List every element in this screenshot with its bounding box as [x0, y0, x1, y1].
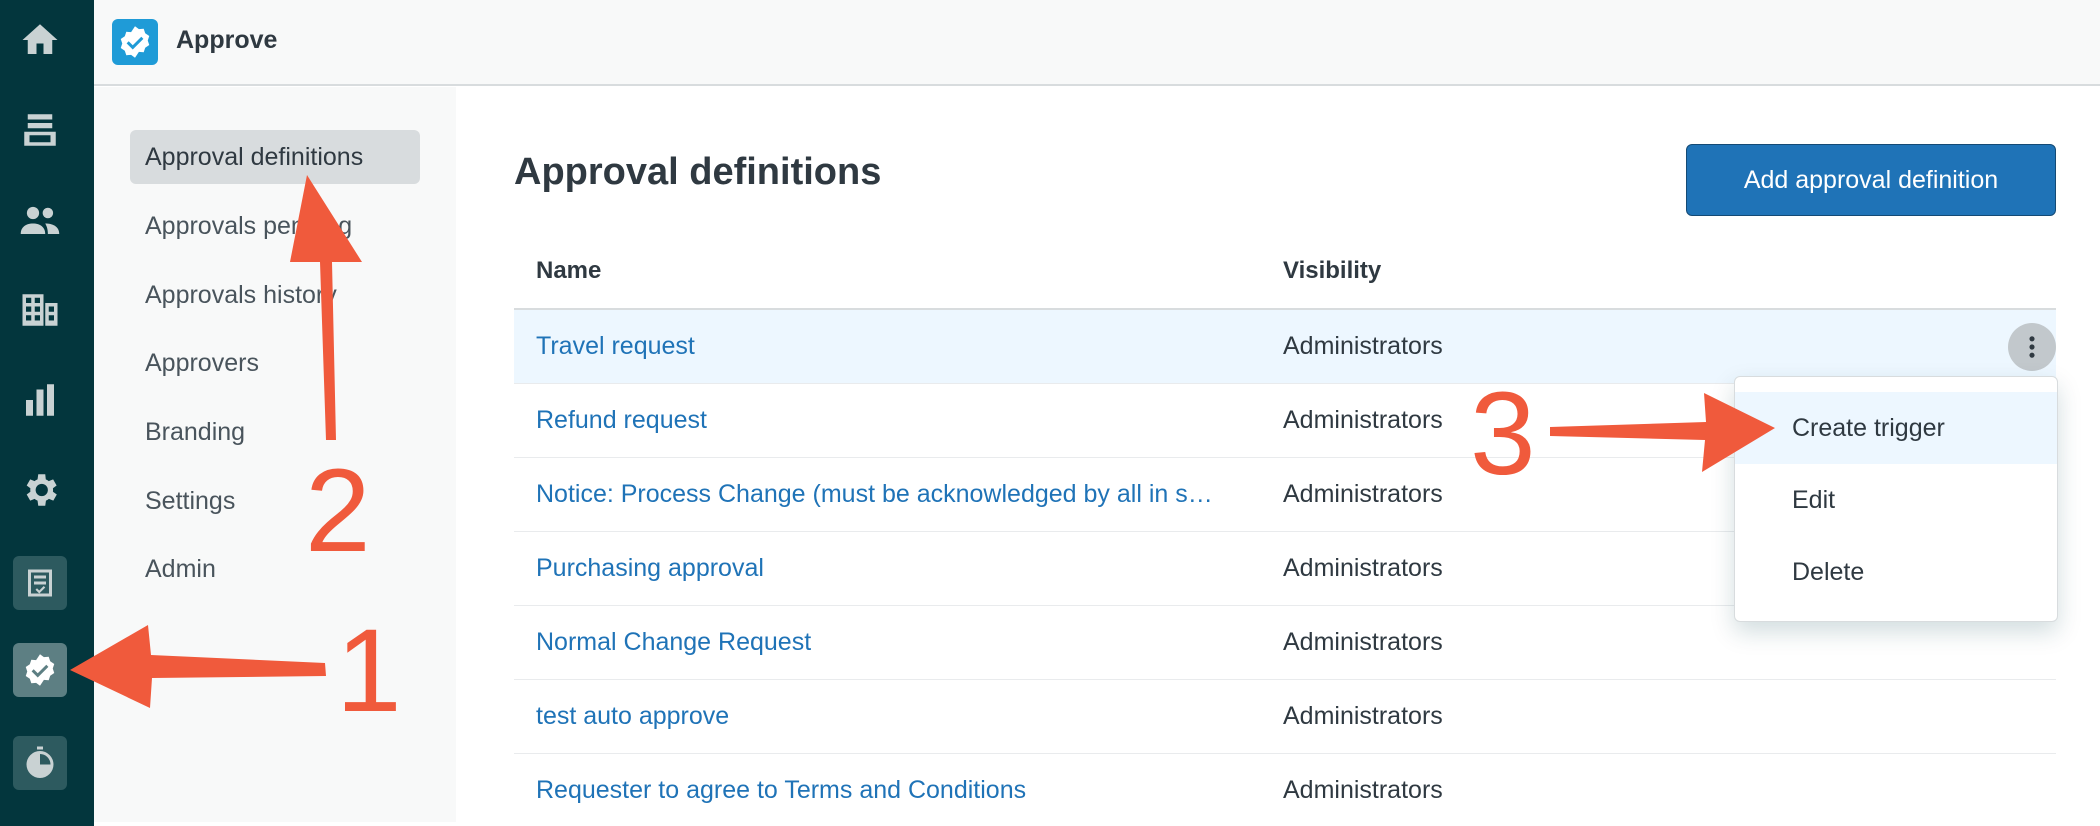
product-nav	[0, 0, 94, 826]
page-title: Approval definitions	[514, 151, 882, 193]
visibility-cell: Administrators	[1283, 406, 1443, 434]
table-header: Name Visibility	[514, 231, 2056, 310]
home-icon	[22, 24, 58, 54]
vertical-ellipsis-icon	[2029, 336, 2035, 358]
checklist-icon	[28, 569, 52, 597]
sidebar-item-branding[interactable]: Branding	[130, 405, 420, 459]
approve-logo	[112, 19, 158, 65]
timer-icon	[26, 746, 54, 778]
visibility-cell: Administrators	[1283, 776, 1443, 804]
definition-name-link[interactable]: Normal Change Request	[536, 606, 811, 679]
menu-item-edit[interactable]: Edit	[1735, 464, 2057, 536]
organizations-icon	[22, 294, 58, 326]
timer-app-button[interactable]	[13, 736, 67, 790]
app-title: Approve	[176, 26, 278, 54]
sidebar-item-approvals-pending[interactable]: Approvals pending	[130, 199, 420, 253]
sidebar-item-approval-definitions[interactable]: Approval definitions	[130, 130, 420, 184]
definition-name-link[interactable]: Travel request	[536, 310, 695, 383]
table-row[interactable]: Requester to agree to Terms and Conditio…	[514, 754, 2056, 826]
column-header-visibility: Visibility	[1283, 257, 1382, 284]
definition-name-link[interactable]: Purchasing approval	[536, 532, 764, 605]
table-row[interactable]: Travel request Administrators	[514, 310, 2056, 384]
visibility-cell: Administrators	[1283, 702, 1443, 730]
row-overflow-menu-button[interactable]	[2008, 323, 2056, 371]
definition-name-link[interactable]: test auto approve	[536, 680, 729, 753]
reporting-icon	[26, 384, 54, 416]
definition-name-link[interactable]: Notice: Process Change (must be acknowle…	[536, 458, 1213, 531]
check-badge-icon	[120, 26, 150, 58]
sidebar-item-approvals-history[interactable]: Approvals history	[130, 268, 420, 322]
check-badge-icon	[25, 654, 55, 686]
views-icon	[24, 114, 56, 146]
visibility-cell: Administrators	[1283, 332, 1443, 360]
views-nav-button[interactable]	[13, 103, 67, 157]
visibility-cell: Administrators	[1283, 554, 1443, 582]
app-header: Approve	[94, 0, 2100, 86]
home-nav-button[interactable]	[13, 13, 67, 67]
sidebar-item-settings[interactable]: Settings	[130, 474, 420, 528]
visibility-cell: Administrators	[1283, 480, 1443, 508]
definition-name-link[interactable]: Requester to agree to Terms and Conditio…	[536, 754, 1026, 826]
sidebar-item-admin[interactable]: Admin	[130, 542, 420, 596]
admin-nav-button[interactable]	[13, 463, 67, 517]
checklist-app-button[interactable]	[13, 556, 67, 610]
approve-app-button[interactable]	[13, 643, 67, 697]
reporting-nav-button[interactable]	[13, 373, 67, 427]
customers-icon	[20, 206, 60, 234]
menu-item-delete[interactable]: Delete	[1735, 536, 2057, 608]
approve-sidebar: Approval definitions Approvals pending A…	[94, 87, 456, 822]
visibility-cell: Administrators	[1283, 628, 1443, 656]
sidebar-item-approvers[interactable]: Approvers	[130, 336, 420, 390]
row-actions-menu: Create trigger Edit Delete	[1734, 376, 2058, 622]
organizations-nav-button[interactable]	[13, 283, 67, 337]
gear-icon	[26, 474, 57, 506]
add-approval-definition-button[interactable]: Add approval definition	[1686, 144, 2056, 216]
definition-name-link[interactable]: Refund request	[536, 384, 707, 457]
table-row[interactable]: test auto approve Administrators	[514, 680, 2056, 754]
customers-nav-button[interactable]	[13, 193, 67, 247]
menu-item-create-trigger[interactable]: Create trigger	[1735, 392, 2057, 464]
column-header-name: Name	[536, 257, 602, 284]
